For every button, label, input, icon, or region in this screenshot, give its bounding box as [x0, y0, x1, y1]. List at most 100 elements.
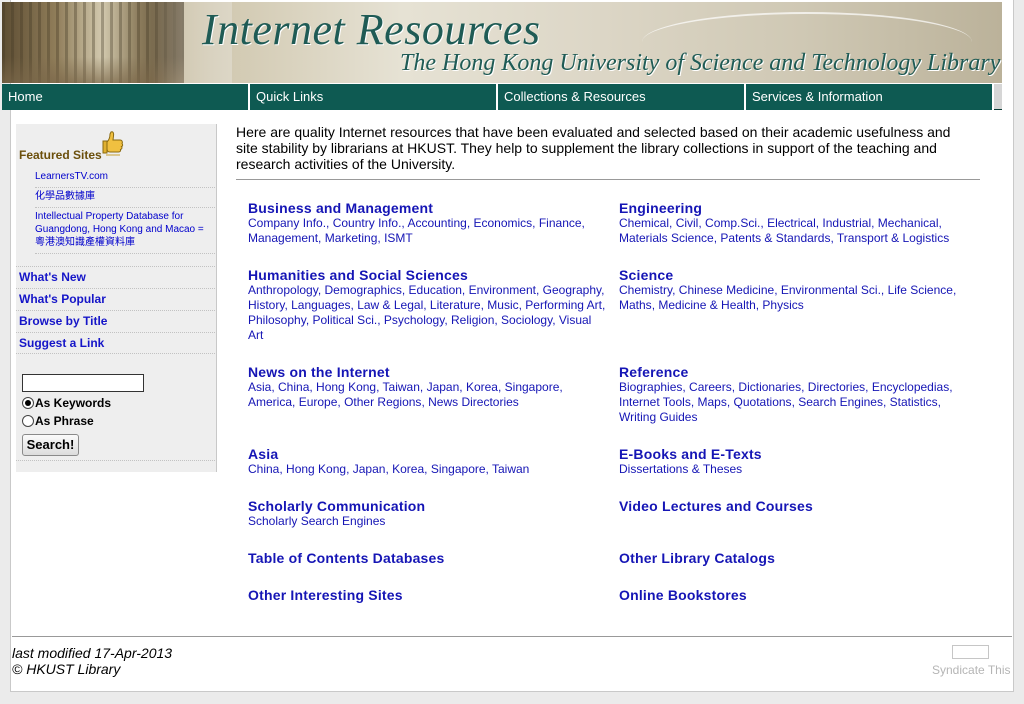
subcategory-link[interactable]: Chemical	[619, 216, 669, 230]
subcategory-link[interactable]: Industrial	[822, 216, 871, 230]
subcategory-link[interactable]: Encyclopedias	[872, 380, 949, 394]
subcategory-link[interactable]: Biographies	[619, 380, 682, 394]
subcategory-link[interactable]: Singapore	[431, 462, 486, 476]
featured-link-chemical-database[interactable]: 化學品數據庫	[35, 188, 215, 208]
subcategory-link[interactable]: Medicine & Health	[658, 298, 755, 312]
subcategory-link[interactable]: Law & Legal	[357, 298, 423, 312]
sidebar-link-browse-by-title[interactable]: Browse by Title	[16, 310, 215, 332]
category-title-toc[interactable]: Table of Contents Databases	[248, 550, 608, 566]
subcategory-link[interactable]: Korea	[466, 380, 498, 394]
subcategory-link[interactable]: Accounting	[407, 216, 466, 230]
subcategory-link[interactable]: Marketing	[325, 231, 378, 245]
subcategory-link[interactable]: Anthropology	[248, 283, 318, 297]
subcategory-link[interactable]: Psychology	[384, 313, 444, 327]
subcategory-link[interactable]: Statistics	[890, 395, 938, 409]
subcategory-link[interactable]: America	[248, 395, 292, 409]
subcategory-link[interactable]: Scholarly Search Engines	[248, 514, 385, 528]
subcategory-link[interactable]: Search Engines	[798, 395, 883, 409]
subcategory-link[interactable]: Economics	[473, 216, 532, 230]
subcategory-link[interactable]: Music	[487, 298, 518, 312]
search-button[interactable]: Search!	[22, 434, 79, 456]
subcategory-link[interactable]: Chinese Medicine	[679, 283, 774, 297]
subcategory-link[interactable]: Philosophy	[248, 313, 306, 327]
subcategory-link[interactable]: Education	[409, 283, 462, 297]
subcategory-link[interactable]: Electrical	[767, 216, 816, 230]
subcategory-link[interactable]: Singapore	[505, 380, 560, 394]
subcategory-link[interactable]: Civil	[676, 216, 699, 230]
category-title-scholarly[interactable]: Scholarly Communication	[248, 498, 608, 514]
category-title-bookstores[interactable]: Online Bookstores	[619, 587, 979, 603]
subcategory-link[interactable]: Performing Art	[525, 298, 602, 312]
subcategory-link[interactable]: Political Sci.	[313, 313, 378, 327]
nav-quick-links[interactable]: Quick Links	[250, 84, 498, 110]
subcategory-link[interactable]: Company Info.	[248, 216, 326, 230]
nav-services-information[interactable]: Services & Information	[746, 84, 994, 110]
subcategory-link[interactable]: Finance	[539, 216, 582, 230]
subcategory-link[interactable]: Dictionaries	[738, 380, 801, 394]
subcategory-link[interactable]: History	[248, 298, 284, 312]
subcategory-link[interactable]: Europe	[299, 395, 338, 409]
subcategory-link[interactable]: Physics	[762, 298, 803, 312]
nav-home[interactable]: Home	[2, 84, 250, 110]
category-title-humanities[interactable]: Humanities and Social Sciences	[248, 267, 608, 283]
subcategory-link[interactable]: Literature	[430, 298, 481, 312]
subcategory-link[interactable]: Taiwan	[492, 462, 529, 476]
subcategory-link[interactable]: Directories	[808, 380, 865, 394]
sidebar-link-whats-popular[interactable]: What's Popular	[16, 288, 215, 310]
subcategory-link[interactable]: Patents & Standards	[720, 231, 830, 245]
subcategory-link[interactable]: Life Science	[888, 283, 953, 297]
category-title-ebooks[interactable]: E-Books and E-Texts	[619, 446, 979, 462]
featured-link-learnerstv[interactable]: LearnersTV.com	[35, 168, 215, 188]
subcategory-link[interactable]: Mechanical	[878, 216, 939, 230]
subcategory-link[interactable]: Environment	[469, 283, 536, 297]
subcategory-link[interactable]: Writing Guides	[619, 410, 697, 424]
subcategory-link[interactable]: Korea	[392, 462, 424, 476]
phrase-radio[interactable]	[22, 415, 34, 427]
subcategory-link[interactable]: Sociology	[501, 313, 552, 327]
subcategory-link[interactable]: Chemistry	[619, 283, 672, 297]
subcategory-link[interactable]: Comp.Sci.	[705, 216, 760, 230]
subcategory-link[interactable]: Taiwan	[383, 380, 420, 394]
keywords-option[interactable]: As Keywords	[22, 396, 111, 410]
subcategory-link[interactable]: Demographics	[325, 283, 402, 297]
subcategory-link[interactable]: China	[278, 380, 309, 394]
category-title-asia[interactable]: Asia	[248, 446, 608, 462]
subcategory-link[interactable]: Religion	[451, 313, 494, 327]
category-title-catalogs[interactable]: Other Library Catalogs	[619, 550, 979, 566]
subcategory-link[interactable]: News Directories	[428, 395, 519, 409]
search-input[interactable]	[22, 374, 144, 392]
sidebar-link-whats-new[interactable]: What's New	[16, 266, 215, 288]
subcategory-link[interactable]: Geography	[543, 283, 601, 297]
subcategory-link[interactable]: Management	[248, 231, 318, 245]
syndicate-feed-icon[interactable]	[952, 645, 989, 659]
subcategory-link[interactable]: Quotations	[734, 395, 792, 409]
subcategory-link[interactable]: Asia	[248, 380, 271, 394]
subcategory-link[interactable]: Languages	[291, 298, 350, 312]
subcategory-link[interactable]: Dissertations & Theses	[619, 462, 742, 476]
keywords-radio[interactable]	[22, 397, 34, 409]
subcategory-link[interactable]: Internet Tools	[619, 395, 691, 409]
syndicate-link[interactable]: Syndicate This	[932, 663, 1011, 677]
subcategory-link[interactable]: Materials Science	[619, 231, 714, 245]
subcategory-link[interactable]: Country Info.	[333, 216, 402, 230]
featured-link-ip-database[interactable]: Intellectual Property Database for Guang…	[35, 208, 215, 254]
subcategory-link[interactable]: Japan	[353, 462, 386, 476]
subcategory-link[interactable]: Maps	[698, 395, 727, 409]
subcategory-link[interactable]: Careers	[689, 380, 732, 394]
subcategory-link[interactable]: Hong Kong	[316, 380, 376, 394]
subcategory-link[interactable]: China	[248, 462, 279, 476]
subcategory-link[interactable]: Hong Kong	[286, 462, 346, 476]
subcategory-link[interactable]: Maths	[619, 298, 652, 312]
subcategory-link[interactable]: ISMT	[384, 231, 413, 245]
category-title-interesting[interactable]: Other Interesting Sites	[248, 587, 608, 603]
subcategory-link[interactable]: Other Regions	[344, 395, 421, 409]
category-title-science[interactable]: Science	[619, 267, 979, 283]
category-title-video[interactable]: Video Lectures and Courses	[619, 498, 979, 514]
phrase-option[interactable]: As Phrase	[22, 414, 94, 428]
subcategory-link[interactable]: Japan	[427, 380, 460, 394]
category-title-business[interactable]: Business and Management	[248, 200, 608, 216]
nav-collections-resources[interactable]: Collections & Resources	[498, 84, 746, 110]
category-title-news[interactable]: News on the Internet	[248, 364, 608, 380]
sidebar-link-suggest-a-link[interactable]: Suggest a Link	[16, 332, 215, 354]
category-title-reference[interactable]: Reference	[619, 364, 979, 380]
